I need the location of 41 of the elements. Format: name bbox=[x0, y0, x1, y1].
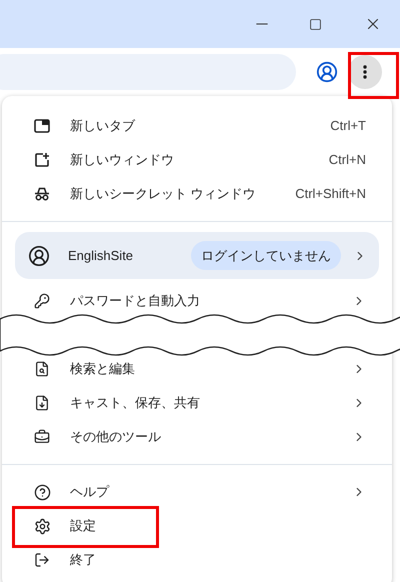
profile-name: EnglishSite bbox=[68, 246, 134, 265]
menu-item-label: 終了 bbox=[70, 551, 96, 570]
signed-out-badge: ログインしていません bbox=[191, 240, 341, 270]
help-icon bbox=[34, 484, 50, 500]
menu-item[interactable]: 終了 bbox=[2, 543, 392, 577]
menu-button[interactable] bbox=[348, 55, 382, 89]
menu-item-label: 新しいシークレット ウィンドウ bbox=[70, 185, 256, 204]
settings-icon bbox=[34, 518, 50, 534]
menu-item[interactable]: ヘルプ bbox=[2, 475, 392, 509]
new-window-icon bbox=[34, 152, 50, 168]
menu-item-label: その他のツール bbox=[70, 428, 161, 446]
new-tab-icon bbox=[34, 119, 50, 133]
profile-menu-item[interactable]: EnglishSite ログインしていません bbox=[15, 232, 379, 279]
shortcut-label: Ctrl+N bbox=[328, 151, 366, 170]
key-icon bbox=[34, 293, 50, 309]
maximize-icon[interactable] bbox=[309, 18, 322, 30]
document-download-icon bbox=[34, 395, 50, 411]
menu-item-label: 設定 bbox=[70, 517, 96, 536]
menu-item[interactable]: 設定 bbox=[2, 509, 392, 543]
menu-item-label: パスワードと自動入力 bbox=[70, 292, 200, 310]
menu-item[interactable]: 新しいウィンドウ Ctrl+N bbox=[2, 143, 392, 177]
menu-item[interactable]: その他のツール bbox=[2, 420, 392, 454]
menu-item-label: キャスト、保存、共有 bbox=[70, 394, 200, 412]
search-document-icon bbox=[34, 361, 50, 377]
menu-item[interactable]: 新しいシークレット ウィンドウ Ctrl+Shift+N bbox=[2, 177, 392, 211]
menu-item-label: 検索と編集 bbox=[70, 360, 135, 378]
shortcut-label: Ctrl+Shift+N bbox=[295, 185, 366, 204]
incognito-icon bbox=[34, 187, 50, 201]
toolbox-icon bbox=[34, 429, 50, 445]
menu-item[interactable]: 検索と編集 bbox=[2, 352, 392, 386]
shortcut-label: Ctrl+T bbox=[330, 117, 366, 136]
menu-item[interactable]: パスワードと自動入力 bbox=[2, 284, 392, 318]
profile-icon bbox=[28, 244, 50, 266]
menu-item[interactable]: 新しいタブ Ctrl+T bbox=[2, 109, 392, 143]
menu-item[interactable]: キャスト、保存、共有 bbox=[2, 386, 392, 420]
profile-icon[interactable] bbox=[316, 61, 338, 83]
more-icon bbox=[363, 65, 367, 79]
menu-item-label: 新しいタブ bbox=[70, 117, 135, 136]
menu-item-label: ヘルプ bbox=[70, 483, 109, 502]
menu-item-label: 新しいウィンドウ bbox=[70, 151, 174, 170]
exit-icon bbox=[34, 552, 50, 568]
